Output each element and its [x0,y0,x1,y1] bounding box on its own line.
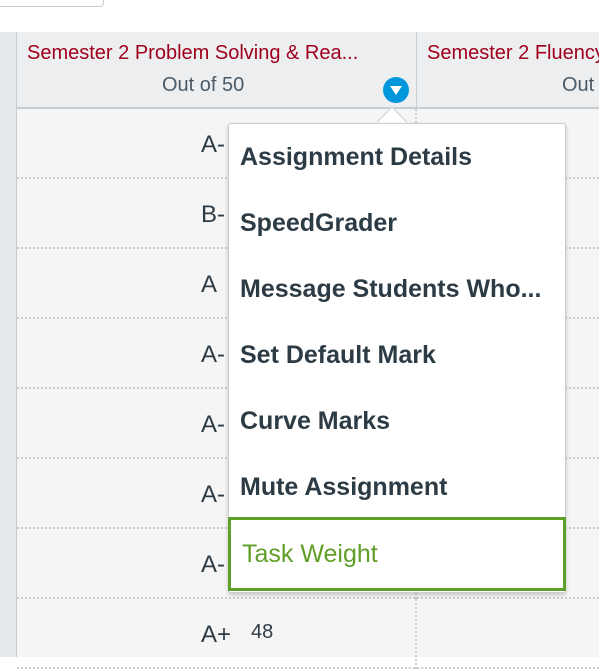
menu-item-task-weight[interactable]: Task Weight [228,517,566,591]
chevron-down-icon[interactable] [383,77,409,103]
column-points: Out of 50 [562,74,599,96]
grade-value: A- [201,341,225,368]
grade-value: A- [201,481,225,508]
score-value: 48 [251,621,274,643]
student-column [0,32,17,657]
menu-item-curve-marks[interactable]: Curve Marks [229,388,565,454]
column-header-fluency[interactable]: Semester 2 Fluency Out of 50 [417,32,599,107]
grade-value: A- [201,131,225,158]
grade-value: A- [201,551,225,578]
grade-cell[interactable]: A+ 48 [17,599,417,669]
grade-value: A [201,271,218,298]
column-points: Out of 50 [162,74,245,96]
grade-value: B- [201,201,225,228]
menu-item-set-default-mark[interactable]: Set Default Mark [229,322,565,388]
menu-item-speedgrader[interactable]: SpeedGrader [229,190,565,256]
column-options-menu: Assignment Details SpeedGrader Message S… [228,123,566,593]
table-row: A+ 48 [17,599,599,669]
menu-item-mute-assignment[interactable]: Mute Assignment [229,454,565,520]
grade-cell[interactable] [419,599,599,669]
menu-item-message-students[interactable]: Message Students Who... [229,256,565,322]
menu-item-assignment-details[interactable]: Assignment Details [229,124,565,190]
column-title: Semester 2 Problem Solving & Rea... [27,42,359,64]
grid-header: Semester 2 Problem Solving & Rea... Out … [17,32,599,109]
grade-value: A+ [201,621,232,648]
grade-value: A- [201,411,225,438]
search-input[interactable] [0,0,104,7]
column-title: Semester 2 Fluency [427,42,599,64]
column-header-problem-solving[interactable]: Semester 2 Problem Solving & Rea... Out … [17,32,417,107]
